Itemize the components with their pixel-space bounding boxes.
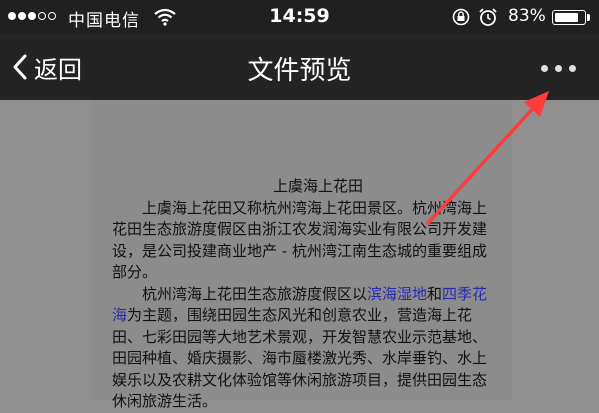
wetland-link[interactable]: 滨海湿地	[367, 285, 427, 303]
battery-fill	[555, 13, 579, 22]
chevron-left-icon	[13, 54, 27, 80]
battery-icon	[552, 10, 586, 25]
navigation-bar: 返回 文件预览	[0, 34, 599, 100]
paragraph-text: 和	[427, 284, 443, 303]
back-label: 返回	[34, 55, 82, 84]
ellipsis-icon	[540, 64, 548, 72]
ellipsis-icon	[554, 64, 562, 72]
document-title: 上虞海上花田	[272, 177, 363, 195]
document-page: 上虞海上花田 上虞海上花田又称杭州湾海上花田景区。杭州湾海上花田生态旅游度假区由…	[92, 100, 512, 410]
ellipsis-icon	[568, 64, 576, 72]
battery-percentage: 83%	[508, 6, 546, 26]
paragraph-text: 为主题，围绕田园生态风光和创意农业，营造海上花田、七彩田园等大地艺术景观，开发智…	[112, 306, 488, 410]
document-preview[interactable]: 上虞海上花田 上虞海上花田又称杭州湾海上花田景区。杭州湾海上花田生态旅游度假区由…	[0, 100, 599, 410]
status-bar: 中国电信 14:59 83%	[0, 0, 599, 34]
page-title: 文件预览	[247, 56, 352, 86]
rotation-lock-icon	[452, 8, 470, 26]
paragraph-text: 杭州湾海上花田生态旅游度假区以	[142, 284, 368, 303]
battery-cap	[587, 14, 590, 21]
alarm-clock-icon	[479, 8, 497, 26]
document-paragraph: 上虞海上花田又称杭州湾海上花田景区。杭州湾海上花田生态旅游度假区由浙江农发润海实…	[112, 198, 488, 282]
back-button[interactable]: 返回	[12, 50, 82, 84]
more-options-button[interactable]	[532, 54, 584, 82]
document-paragraph: 杭州湾海上花田生态旅游度假区以滨海湿地和四季花海为主题，围绕田园生态风光和创意农…	[92, 284, 497, 413]
